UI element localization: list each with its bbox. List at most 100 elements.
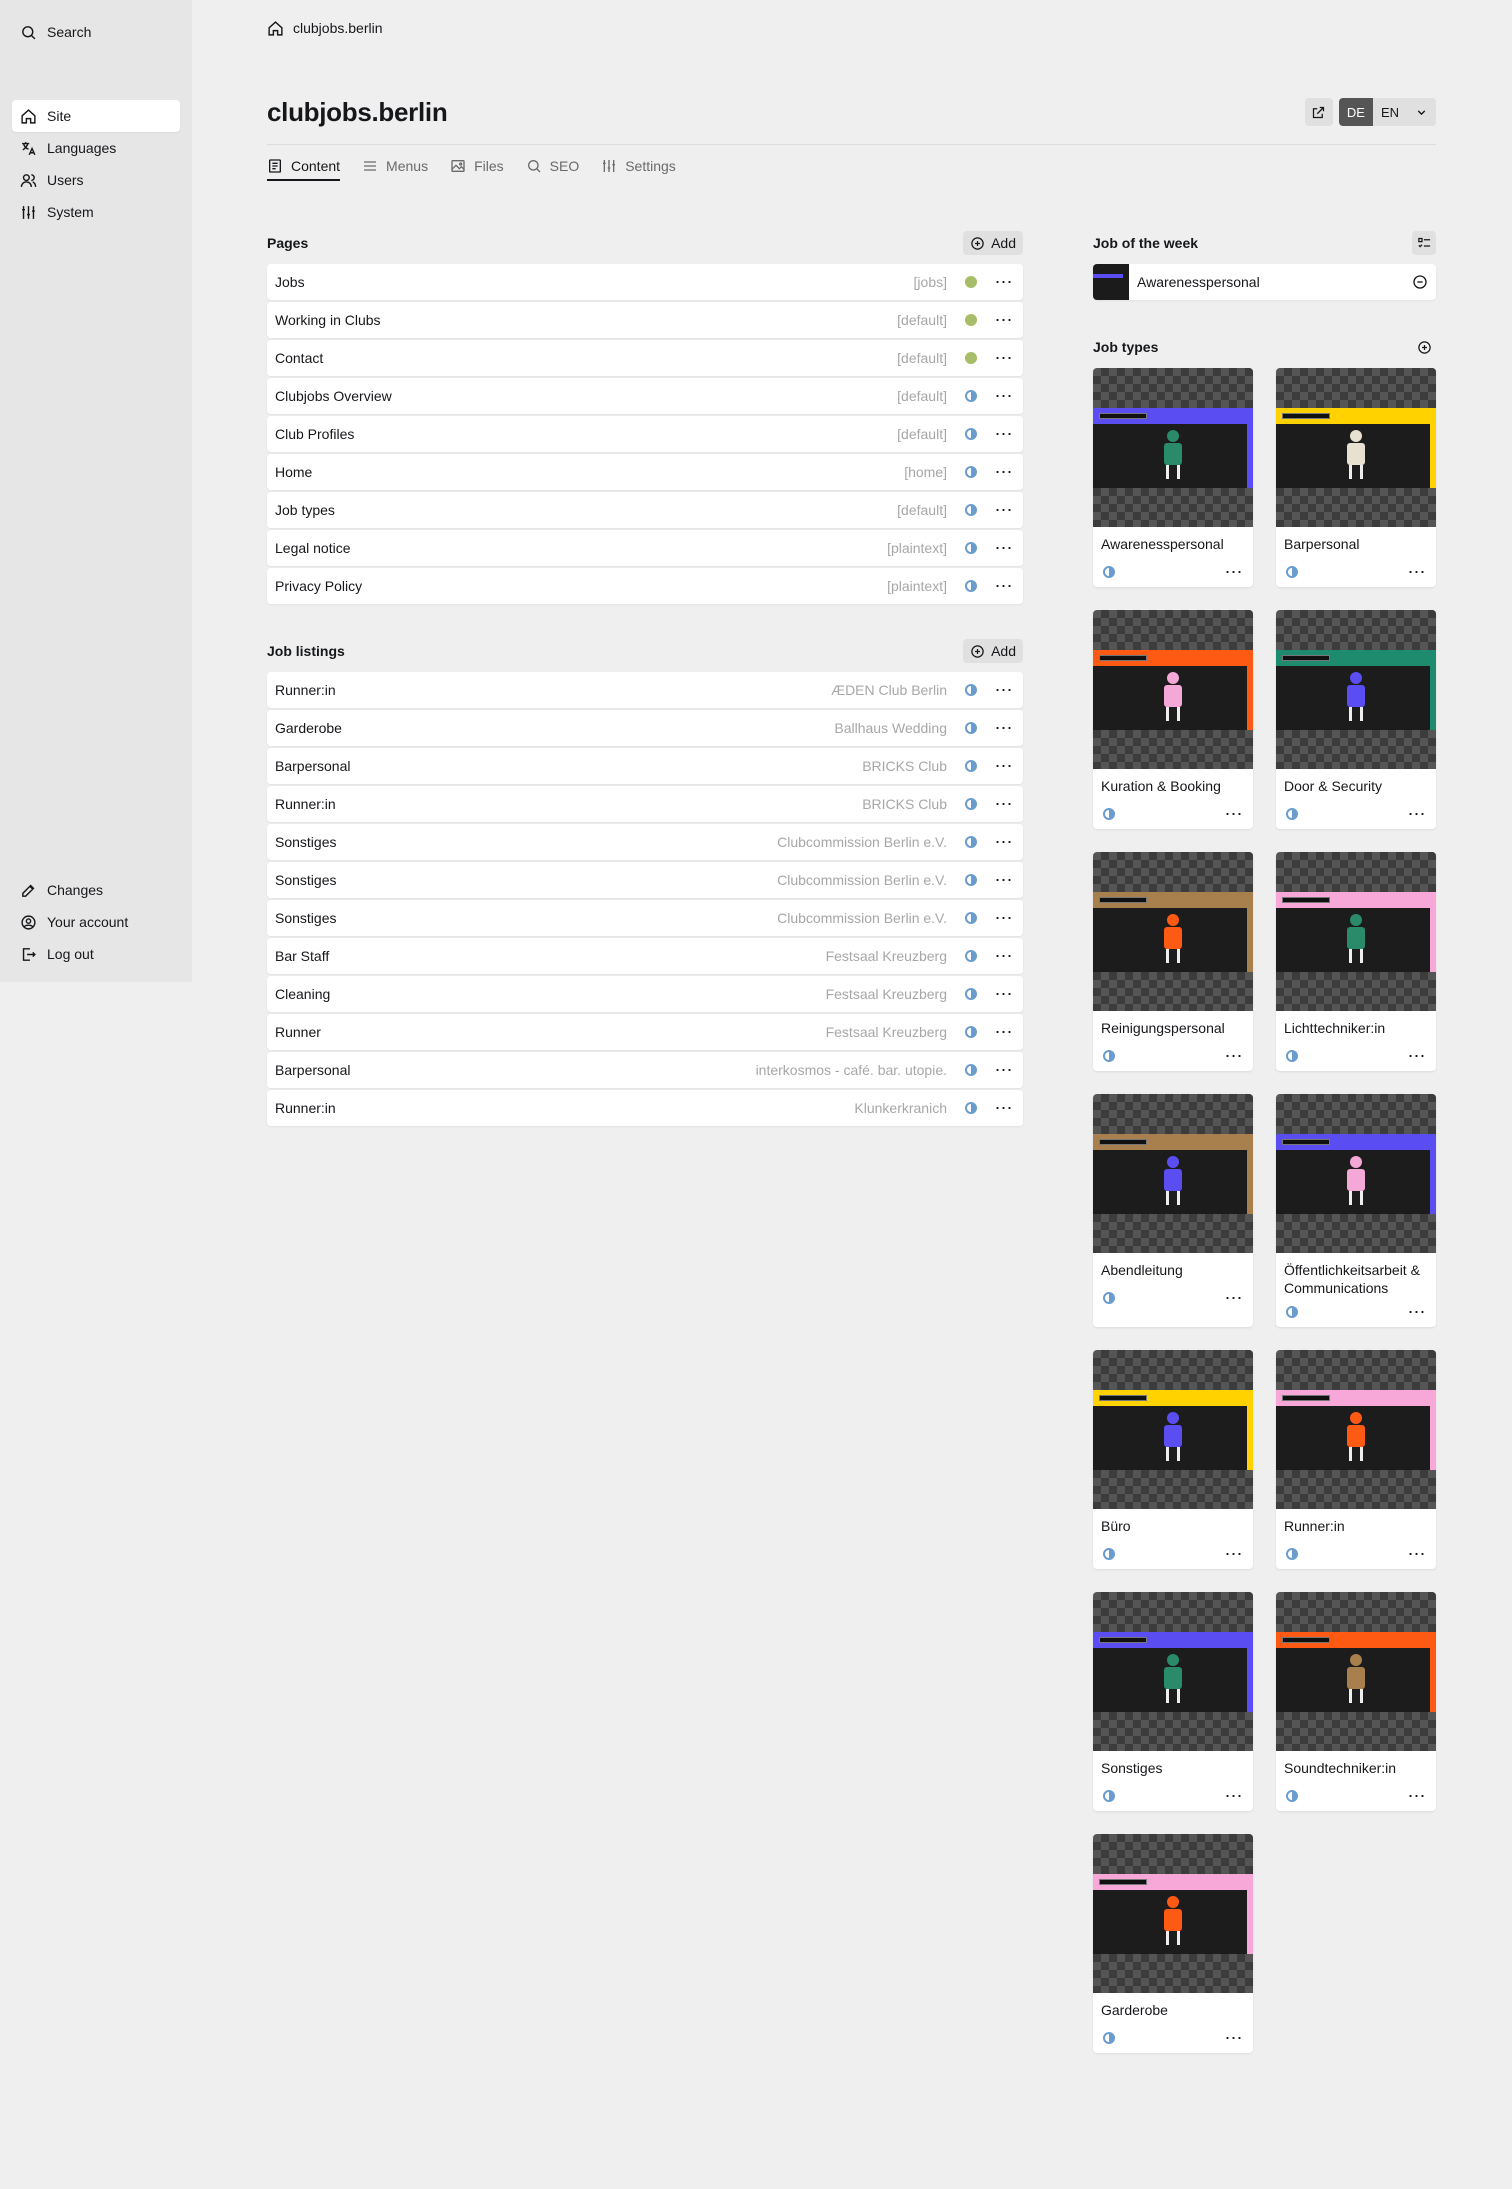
- remove-job-button[interactable]: [1404, 274, 1436, 290]
- list-item[interactable]: Sonstiges Clubcommission Berlin e.V. ⋯: [267, 862, 1023, 898]
- options-button[interactable]: ⋯: [1402, 1294, 1432, 1327]
- list-item[interactable]: Runner:in Klunkerkranich ⋯: [267, 1090, 1023, 1126]
- job-of-week-item[interactable]: Awarenesspersonal: [1093, 264, 1436, 300]
- list-item[interactable]: Barpersonal interkosmos - café. bar. utop…: [267, 1052, 1023, 1088]
- status-icon[interactable]: [965, 684, 977, 696]
- status-icon[interactable]: [965, 950, 977, 962]
- job-type-card[interactable]: Öffentlichkeitsarbeit & Communications ⋯: [1276, 1094, 1436, 1327]
- status-icon[interactable]: [965, 988, 977, 1000]
- status-icon[interactable]: [1103, 566, 1115, 578]
- options-button[interactable]: ⋯: [1402, 554, 1432, 587]
- job-type-card[interactable]: Soundtechniker:in ⋯: [1276, 1592, 1436, 1811]
- options-button[interactable]: ⋯: [989, 264, 1019, 300]
- options-button[interactable]: ⋯: [1402, 1536, 1432, 1569]
- options-button[interactable]: ⋯: [1402, 796, 1432, 829]
- sidebar-item-system[interactable]: System: [12, 196, 180, 228]
- options-button[interactable]: ⋯: [1219, 1536, 1249, 1569]
- sidebar-item-account[interactable]: Your account: [12, 906, 180, 938]
- options-button[interactable]: ⋯: [1219, 796, 1249, 829]
- list-item[interactable]: Clubjobs Overview [default] ⋯: [267, 378, 1023, 414]
- status-icon[interactable]: [1103, 1050, 1115, 1062]
- options-button[interactable]: ⋯: [989, 710, 1019, 746]
- list-item[interactable]: Privacy Policy [plaintext] ⋯: [267, 568, 1023, 604]
- status-icon[interactable]: [965, 760, 977, 772]
- list-item[interactable]: Job types [default] ⋯: [267, 492, 1023, 528]
- job-type-card[interactable]: Barpersonal ⋯: [1276, 368, 1436, 587]
- options-button[interactable]: ⋯: [989, 862, 1019, 898]
- tab-menus[interactable]: Menus: [362, 153, 428, 181]
- list-item[interactable]: Cleaning Festsaal Kreuzberg ⋯: [267, 976, 1023, 1012]
- status-icon[interactable]: [965, 874, 977, 886]
- job-type-card[interactable]: Garderobe ⋯: [1093, 1834, 1253, 2053]
- list-item[interactable]: Runner:in ÆDEN Club Berlin ⋯: [267, 672, 1023, 708]
- status-icon[interactable]: [965, 314, 977, 326]
- job-type-card[interactable]: Reinigungspersonal ⋯: [1093, 852, 1253, 1071]
- status-icon[interactable]: [965, 580, 977, 592]
- status-icon[interactable]: [965, 466, 977, 478]
- search-button[interactable]: Search: [12, 16, 180, 48]
- options-button[interactable]: ⋯: [1219, 2020, 1249, 2053]
- options-button[interactable]: ⋯: [1219, 1038, 1249, 1071]
- status-icon[interactable]: [965, 390, 977, 402]
- list-item[interactable]: Sonstiges Clubcommission Berlin e.V. ⋯: [267, 900, 1023, 936]
- tab-seo[interactable]: SEO: [526, 153, 579, 181]
- list-item[interactable]: Runner Festsaal Kreuzberg ⋯: [267, 1014, 1023, 1050]
- status-icon[interactable]: [965, 352, 977, 364]
- job-type-card[interactable]: Abendleitung ⋯: [1093, 1094, 1253, 1327]
- options-button[interactable]: ⋯: [989, 340, 1019, 376]
- tab-settings[interactable]: Settings: [601, 153, 676, 181]
- status-icon[interactable]: [1103, 1292, 1115, 1304]
- status-icon[interactable]: [965, 1064, 977, 1076]
- sidebar-item-users[interactable]: Users: [12, 164, 180, 196]
- language-de-button[interactable]: DE: [1338, 98, 1373, 126]
- job-type-card[interactable]: Büro ⋯: [1093, 1350, 1253, 1569]
- sidebar-item-changes[interactable]: Changes: [12, 874, 180, 906]
- options-button[interactable]: ⋯: [989, 672, 1019, 708]
- status-icon[interactable]: [965, 722, 977, 734]
- status-icon[interactable]: [965, 1026, 977, 1038]
- list-item[interactable]: Home [home] ⋯: [267, 454, 1023, 490]
- options-button[interactable]: ⋯: [989, 1090, 1019, 1126]
- tab-content[interactable]: Content: [267, 153, 341, 181]
- list-item[interactable]: Runner:in BRICKS Club ⋯: [267, 786, 1023, 822]
- status-icon[interactable]: [1103, 808, 1115, 820]
- options-button[interactable]: ⋯: [989, 1052, 1019, 1088]
- options-button[interactable]: ⋯: [989, 748, 1019, 784]
- status-icon[interactable]: [965, 912, 977, 924]
- options-button[interactable]: ⋯: [989, 454, 1019, 490]
- job-type-card[interactable]: Sonstiges ⋯: [1093, 1592, 1253, 1811]
- options-button[interactable]: ⋯: [989, 568, 1019, 604]
- job-type-card[interactable]: Lichttechniker:in ⋯: [1276, 852, 1436, 1071]
- list-item[interactable]: Contact [default] ⋯: [267, 340, 1023, 376]
- options-button[interactable]: ⋯: [989, 378, 1019, 414]
- options-button[interactable]: ⋯: [989, 786, 1019, 822]
- options-button[interactable]: ⋯: [1402, 1038, 1432, 1071]
- status-icon[interactable]: [965, 542, 977, 554]
- options-button[interactable]: ⋯: [1219, 1778, 1249, 1811]
- status-icon[interactable]: [965, 836, 977, 848]
- language-dropdown-button[interactable]: [1407, 98, 1436, 126]
- status-icon[interactable]: [1286, 1306, 1298, 1318]
- options-button[interactable]: ⋯: [1219, 554, 1249, 587]
- status-icon[interactable]: [1286, 1050, 1298, 1062]
- status-icon[interactable]: [965, 276, 977, 288]
- options-button[interactable]: ⋯: [989, 824, 1019, 860]
- list-item[interactable]: Club Profiles [default] ⋯: [267, 416, 1023, 452]
- open-site-button[interactable]: [1304, 98, 1333, 126]
- status-icon[interactable]: [1286, 1790, 1298, 1802]
- list-item[interactable]: Barpersonal BRICKS Club ⋯: [267, 748, 1023, 784]
- status-icon[interactable]: [1286, 808, 1298, 820]
- list-item[interactable]: Jobs [jobs] ⋯: [267, 264, 1023, 300]
- job-type-card[interactable]: Door & Security ⋯: [1276, 610, 1436, 829]
- status-icon[interactable]: [965, 798, 977, 810]
- add-job-type-button[interactable]: [1412, 335, 1436, 359]
- options-button[interactable]: ⋯: [1402, 1778, 1432, 1811]
- status-icon[interactable]: [1103, 1790, 1115, 1802]
- add-page-button[interactable]: Add: [963, 231, 1023, 255]
- status-icon[interactable]: [1286, 1548, 1298, 1560]
- list-item[interactable]: Sonstiges Clubcommission Berlin e.V. ⋯: [267, 824, 1023, 860]
- list-item[interactable]: Garderobe Ballhaus Wedding ⋯: [267, 710, 1023, 746]
- sidebar-item-logout[interactable]: Log out: [12, 938, 180, 970]
- options-button[interactable]: ⋯: [989, 976, 1019, 1012]
- status-icon[interactable]: [965, 504, 977, 516]
